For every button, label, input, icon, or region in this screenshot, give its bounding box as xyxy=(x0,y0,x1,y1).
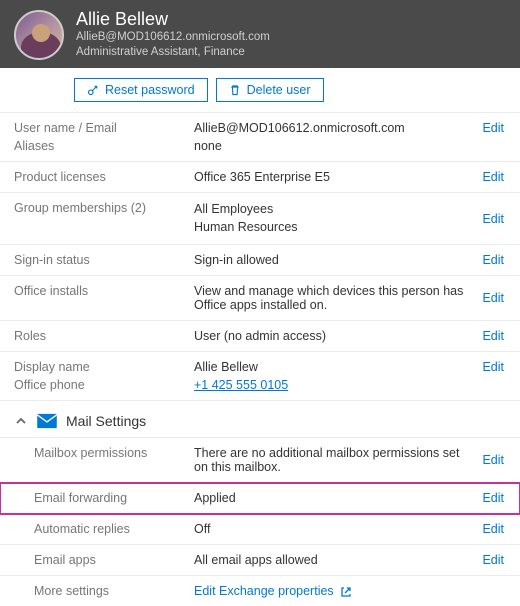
edit-display-name[interactable]: Edit xyxy=(480,360,506,374)
row-email-forwarding: Email forwarding Applied Edit xyxy=(0,483,520,514)
value-office-phone: +1 425 555 0105 xyxy=(194,378,480,392)
label-username: User name / Email xyxy=(14,121,194,135)
value-roles: User (no admin access) xyxy=(194,329,480,343)
edit-mailbox-permissions[interactable]: Edit xyxy=(480,453,506,467)
edit-email-forwarding[interactable]: Edit xyxy=(480,491,506,505)
trash-icon xyxy=(229,84,241,96)
value-groups: All Employees Human Resources xyxy=(194,201,480,236)
user-email: AllieB@MOD106612.onmicrosoft.com xyxy=(76,30,270,45)
row-aliases: Aliases none Edit xyxy=(0,137,520,162)
edit-email-apps[interactable]: Edit xyxy=(480,553,506,567)
group-item-1: All Employees xyxy=(194,201,472,219)
user-header: Allie Bellew AllieB@MOD106612.onmicrosof… xyxy=(0,0,520,68)
value-mailbox-permissions: There are no additional mailbox permissi… xyxy=(194,446,480,474)
label-display-name: Display name xyxy=(14,360,194,374)
value-office-installs: View and manage which devices this perso… xyxy=(194,284,480,312)
value-signin: Sign-in allowed xyxy=(194,253,480,267)
mail-icon xyxy=(36,413,58,429)
external-link-icon xyxy=(340,586,352,598)
row-signin: Sign-in status Sign-in allowed Edit xyxy=(0,245,520,276)
value-display-name: Allie Bellew xyxy=(194,360,480,374)
value-licenses: Office 365 Enterprise E5 xyxy=(194,170,480,184)
edit-automatic-replies[interactable]: Edit xyxy=(480,522,506,536)
label-office-installs: Office installs xyxy=(14,284,194,298)
label-email-apps: Email apps xyxy=(14,553,194,567)
label-aliases: Aliases xyxy=(14,139,194,153)
row-display-name: Display name Allie Bellew Edit xyxy=(0,352,520,376)
row-office-installs: Office installs View and manage which de… xyxy=(0,276,520,321)
reset-password-label: Reset password xyxy=(105,83,195,97)
edit-roles[interactable]: Edit xyxy=(480,329,506,343)
label-automatic-replies: Automatic replies xyxy=(14,522,194,536)
phone-link[interactable]: +1 425 555 0105 xyxy=(194,378,288,392)
mail-settings-title: Mail Settings xyxy=(66,413,146,429)
label-licenses: Product licenses xyxy=(14,170,194,184)
chevron-up-icon xyxy=(14,414,28,428)
row-roles: Roles User (no admin access) Edit xyxy=(0,321,520,352)
value-automatic-replies: Off xyxy=(194,522,480,536)
value-email-apps: All email apps allowed xyxy=(194,553,480,567)
user-title: Administrative Assistant, Finance xyxy=(76,45,270,60)
label-office-phone: Office phone xyxy=(14,378,194,392)
edit-groups[interactable]: Edit xyxy=(480,212,506,226)
mail-settings-header[interactable]: Mail Settings xyxy=(0,401,520,438)
label-groups: Group memberships (2) xyxy=(14,201,194,215)
edit-username[interactable]: Edit xyxy=(480,121,506,135)
label-signin: Sign-in status xyxy=(14,253,194,267)
label-more-settings: More settings xyxy=(14,584,194,598)
user-name: Allie Bellew xyxy=(76,10,270,30)
header-text: Allie Bellew AllieB@MOD106612.onmicrosof… xyxy=(76,10,270,60)
key-icon xyxy=(87,84,99,96)
row-email-apps: Email apps All email apps allowed Edit xyxy=(0,545,520,576)
label-mailbox-permissions: Mailbox permissions xyxy=(14,446,194,460)
value-aliases: none xyxy=(194,139,480,153)
details-list: User name / Email AllieB@MOD106612.onmic… xyxy=(0,113,520,606)
value-username: AllieB@MOD106612.onmicrosoft.com xyxy=(194,121,480,135)
value-email-forwarding: Applied xyxy=(194,491,480,505)
group-item-2: Human Resources xyxy=(194,219,472,237)
edit-signin[interactable]: Edit xyxy=(480,253,506,267)
edit-licenses[interactable]: Edit xyxy=(480,170,506,184)
row-automatic-replies: Automatic replies Off Edit xyxy=(0,514,520,545)
value-more-settings: Edit Exchange properties xyxy=(194,584,506,598)
row-more-settings: More settings Edit Exchange properties xyxy=(0,576,520,606)
row-mailbox-permissions: Mailbox permissions There are no additio… xyxy=(0,438,520,483)
row-licenses: Product licenses Office 365 Enterprise E… xyxy=(0,162,520,193)
avatar xyxy=(14,10,64,60)
row-username: User name / Email AllieB@MOD106612.onmic… xyxy=(0,113,520,137)
edit-exchange-link[interactable]: Edit Exchange properties xyxy=(194,584,352,598)
edit-office-installs[interactable]: Edit xyxy=(480,291,506,305)
delete-user-label: Delete user xyxy=(247,83,311,97)
label-roles: Roles xyxy=(14,329,194,343)
row-office-phone: Office phone +1 425 555 0105 Edit xyxy=(0,376,520,401)
row-groups: Group memberships (2) All Employees Huma… xyxy=(0,193,520,245)
action-bar: Reset password Delete user xyxy=(0,68,520,113)
label-email-forwarding: Email forwarding xyxy=(14,491,194,505)
delete-user-button[interactable]: Delete user xyxy=(216,78,324,102)
reset-password-button[interactable]: Reset password xyxy=(74,78,208,102)
edit-exchange-link-text: Edit Exchange properties xyxy=(194,584,334,598)
